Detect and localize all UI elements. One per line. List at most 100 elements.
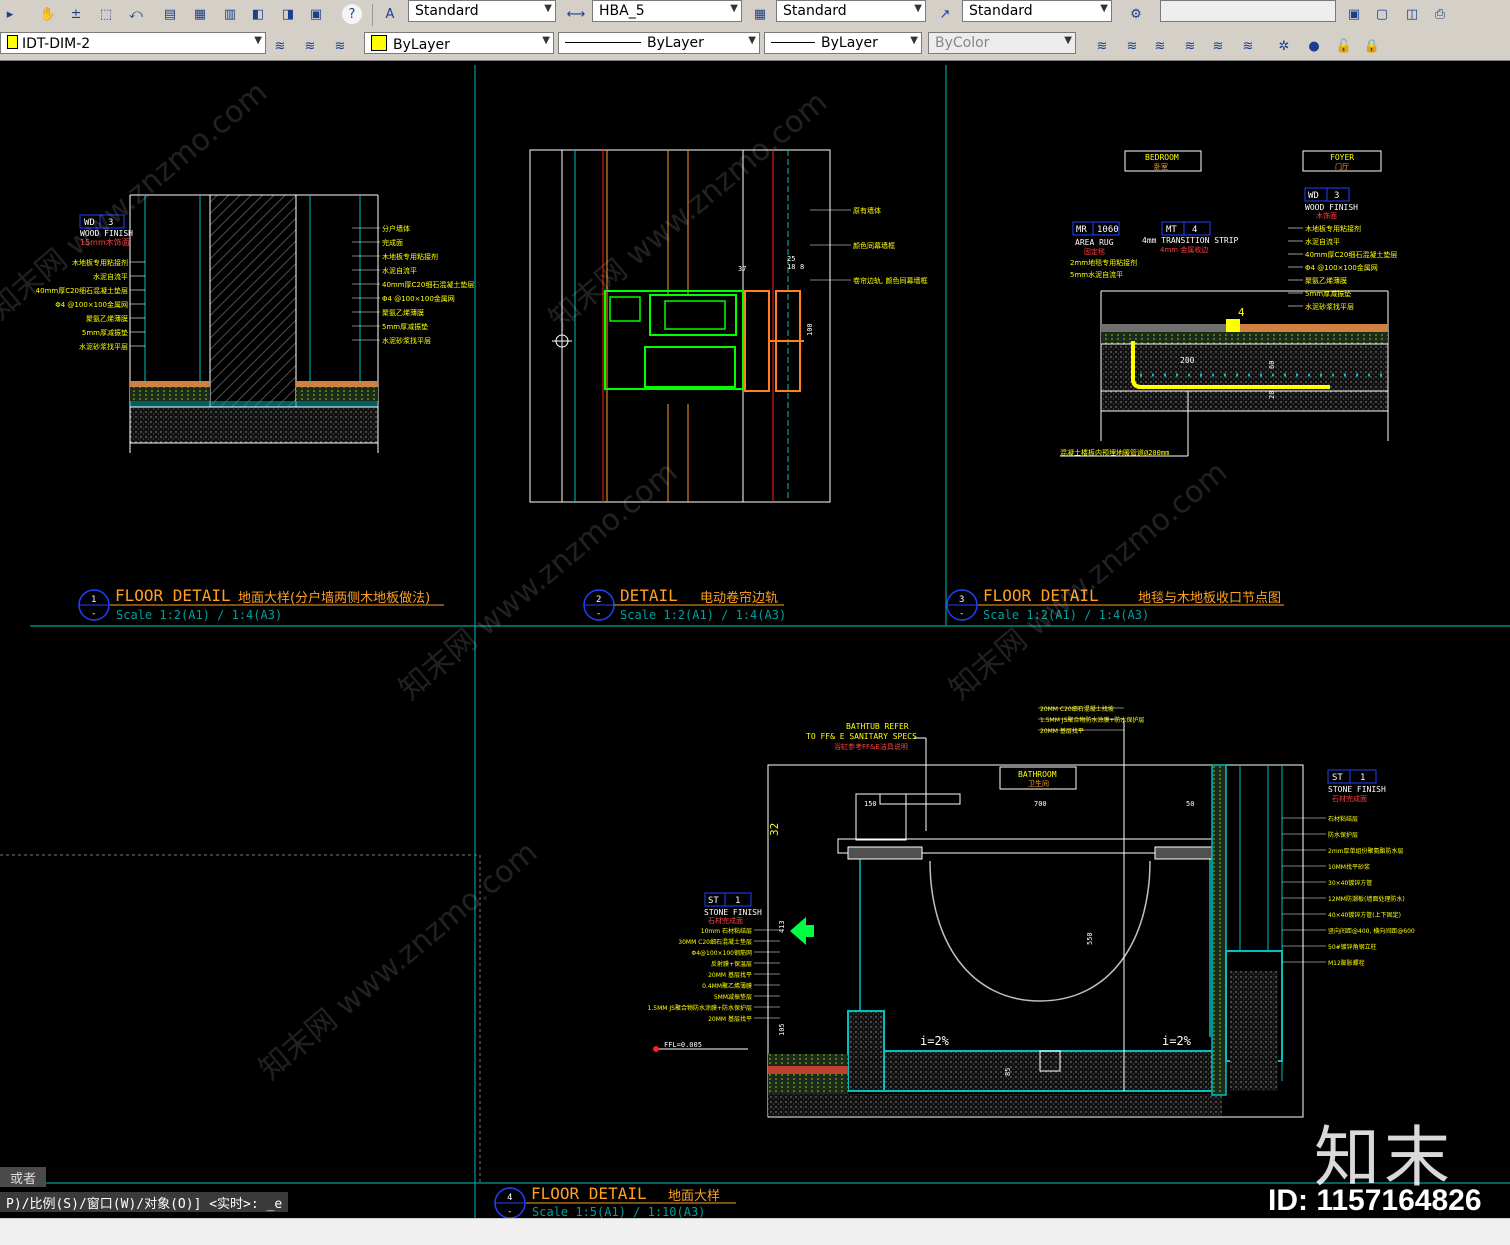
tag-code: MT (1166, 225, 1177, 235)
plotstyle-select[interactable]: ByColor ▼ (928, 32, 1076, 54)
zoom-window-icon[interactable]: ⬚ (96, 4, 116, 24)
tag-en: STONE FINISH (704, 908, 762, 917)
markup-icon[interactable]: ◨ (278, 4, 298, 24)
layer-lock2-icon[interactable]: 🔒 (1362, 36, 1382, 56)
properties-icon[interactable]: ▤ (160, 4, 180, 24)
zoom-previous-icon[interactable]: ⤺ (126, 4, 146, 24)
note-text: 浴缸参考FF&E洁具说明 (834, 742, 908, 751)
properties-toolbar: IDT-DIM-2 ▼ ≋ ≋ ≋ ByLayer ▼ ByLayer ▼ ByLay… (0, 30, 1510, 61)
detail-title-en: FLOOR DETAIL (531, 1184, 647, 1203)
tag-num: 1 (1360, 773, 1365, 783)
note-text: M12膨胀螺栓 (1328, 959, 1365, 967)
note-text: 50#镀锌角钢立柱 (1328, 943, 1377, 951)
text-style-select[interactable]: Standard ▼ (408, 0, 556, 22)
layer-current-icon[interactable]: ≋ (270, 36, 290, 56)
transition-strip (1226, 319, 1240, 333)
tag-en: AREA RUG (1075, 238, 1114, 247)
zoom-realtime-icon[interactable]: ± (66, 4, 86, 24)
model-space[interactable]: WD 3 WOOD FINISH 15mm木饰面 木地板专用粘接剂水泥自流平40… (0, 61, 1510, 1218)
note-text: TO FF& E SANITARY SPECS (806, 732, 917, 741)
note-text: 10MM找平砂浆 (1328, 863, 1370, 871)
help-icon[interactable]: ? (342, 4, 362, 24)
calculator-icon[interactable]: ▣ (306, 4, 326, 24)
dim-style-select[interactable]: HBA_5 ▼ (592, 0, 742, 22)
mleader-style-icon[interactable]: ↗ (935, 4, 955, 24)
layer-isolate-icon[interactable]: ≋ (1122, 36, 1142, 56)
chevron-down-icon: ▼ (730, 3, 738, 14)
text-style-icon[interactable]: A (380, 4, 400, 24)
layer-match-icon[interactable]: ≋ (1208, 36, 1228, 56)
dimension-label: 100 (806, 323, 814, 336)
plot-icon[interactable]: ⎙ (1430, 4, 1450, 24)
layer-select[interactable]: IDT-DIM-2 ▼ (0, 32, 266, 54)
note-text: 2mm厚单组份聚氨酯防水层 (1328, 847, 1404, 855)
tag-cn: 4mm 金属收边 (1160, 245, 1208, 254)
wall-finish (1211, 764, 1227, 1096)
linetype-select[interactable]: ByLayer ▼ (558, 32, 760, 54)
color-swatch (371, 35, 387, 51)
frame-profile (604, 290, 744, 390)
layer-lock-icon[interactable]: ≋ (1180, 36, 1200, 56)
arrow-icon[interactable]: ▸ (0, 4, 20, 24)
note-text: Φ4@100×100钢筋网 (692, 949, 752, 957)
floor-layer-red (768, 1066, 848, 1074)
detail-4-drawing: BATHROOM 卫生间 BATHTUB REFER TO FF& E SANI… (648, 705, 1415, 1118)
command-line[interactable]: P)/比例(S)/窗口(W)/对象(O)] <实时>: _e (0, 1192, 289, 1212)
mleader-style-select[interactable]: Standard ▼ (962, 0, 1112, 22)
note-text: 10mm 石材粘结层 (701, 927, 752, 935)
detail-4-title: 4 - FLOOR DETAIL 地面大样 Scale 1:5(A1) / 1:… (494, 1184, 736, 1218)
layer-walk-icon[interactable]: ≋ (1238, 36, 1258, 56)
layer-previous-icon[interactable]: ≋ (300, 36, 320, 56)
note-text: 20MM 基层找平 (708, 1015, 752, 1023)
room-name-cn: 卫生间 (1028, 779, 1049, 788)
dimension-label: 4 (1238, 306, 1245, 319)
layer-freeze-icon[interactable]: ≋ (1150, 36, 1170, 56)
dimension-label: 18 (787, 263, 795, 271)
room-name: BATHROOM (1018, 770, 1057, 779)
layer-on-icon[interactable]: ● (1304, 36, 1324, 56)
layer-thaw-icon[interactable]: ✲ (1274, 36, 1294, 56)
publish-icon[interactable]: ◫ (1402, 4, 1422, 24)
chevron-down-icon: ▼ (748, 35, 756, 46)
design-center-icon[interactable]: ▦ (190, 4, 210, 24)
layout-icon[interactable]: ▣ (1344, 4, 1364, 24)
slab (1100, 343, 1389, 392)
tag-num: 3 (1334, 191, 1339, 201)
note-text: 水泥砂浆找平层 (382, 336, 431, 345)
tool-palettes-icon[interactable]: ▥ (220, 4, 240, 24)
pan-hand-icon[interactable]: ✋ (38, 4, 58, 24)
layer-state-icon[interactable]: ≋ (330, 36, 350, 56)
side-rail (744, 290, 770, 392)
note-text: 40×40镀锌方管(上下固定) (1328, 911, 1401, 919)
note-text: 5mm厚减振垫 (382, 322, 428, 331)
detail-sheet: - (507, 1207, 512, 1217)
layer-off-icon[interactable]: ≋ (1092, 36, 1112, 56)
detail-title-cn: 地毯与木地板收口节点图 (1138, 591, 1281, 606)
chevron-down-icon: ▼ (1100, 3, 1108, 14)
table-style-icon[interactable]: ▦ (750, 4, 770, 24)
detail-3-drawing: BEDROOM 卧室 FOYER 门厅 MR 1060 AREA RUG 固定毯… (1060, 150, 1397, 457)
dimension-label: 25 (787, 255, 795, 263)
drawing-canvas[interactable]: WD 3 WOOD FINISH 15mm木饰面 木地板专用粘接剂 水泥自流平 40… (0, 61, 1510, 1218)
wood-floor-left (130, 381, 210, 387)
sheet-set-icon[interactable]: ◧ (248, 4, 268, 24)
note-text: 反射膜+保温层 (711, 960, 752, 968)
room-name: FOYER (1330, 153, 1354, 162)
dim-style-icon[interactable]: ⟷ (566, 4, 586, 24)
color-select[interactable]: ByLayer ▼ (364, 32, 554, 54)
viewport-icon[interactable]: ▢ (1372, 4, 1392, 24)
tag-code: ST (1332, 773, 1343, 783)
chevron-down-icon: ▼ (544, 3, 552, 14)
tag-en: WOOD FINISH (1305, 203, 1358, 212)
ffl-label: FFL=0.005 (664, 1041, 702, 1049)
frame-profile (644, 346, 736, 388)
table-style-select[interactable]: Standard ▼ (776, 0, 926, 22)
note-text: 30MM C20细石混凝土垫层 (678, 938, 752, 946)
lineweight-select[interactable]: ByLayer ▼ (764, 32, 922, 54)
workspace-icon[interactable]: ⚙ (1126, 4, 1146, 24)
detail-sheet: - (959, 609, 964, 619)
detail-2-drawing: 原有墙体颜色同幕墙框卷帘边轨, 颜色同幕墙框 37 2518 8 100 (529, 149, 927, 503)
search-input[interactable] (1160, 0, 1336, 22)
dimension-label: 37 (738, 265, 746, 273)
layer-unlock-icon[interactable]: 🔓 (1334, 36, 1354, 56)
